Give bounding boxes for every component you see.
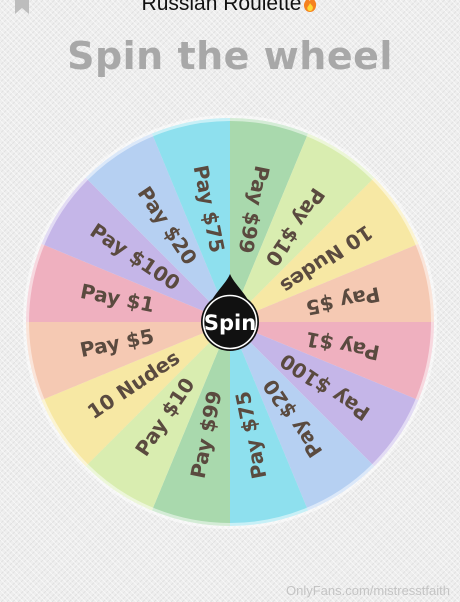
watermark: OnlyFans.com/mistresstfaith <box>286 583 450 598</box>
page-title: Spin the wheel <box>67 34 393 78</box>
wheel-graphic[interactable]: Pay $99Pay $1010 NudesPay $5Pay $1Pay $1… <box>22 114 438 530</box>
top-bar: Russian Roulette <box>0 0 460 22</box>
fire-icon <box>304 0 317 12</box>
post-title: Russian Roulette <box>0 0 460 16</box>
spin-button-label: Spin <box>204 311 256 335</box>
spin-wheel[interactable]: Pay $99 Pay $10 10 Nudes Pay $5 Pay $1 Pay $1… <box>22 114 438 530</box>
post-title-text: Russian Roulette <box>141 0 302 15</box>
